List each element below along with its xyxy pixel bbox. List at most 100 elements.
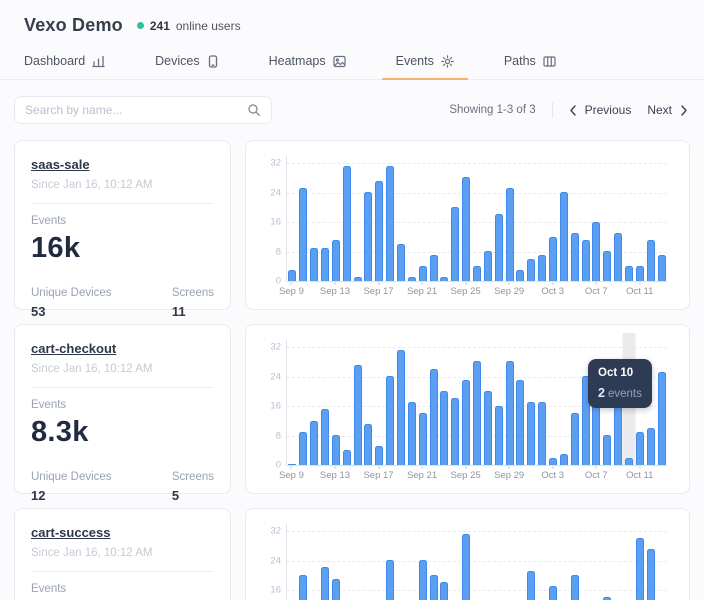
bar[interactable]	[440, 582, 449, 600]
bar-slot[interactable]	[428, 524, 439, 600]
bar-slot[interactable]	[287, 340, 298, 465]
bar-slot[interactable]	[645, 524, 656, 600]
bar-slot[interactable]	[298, 156, 309, 281]
bar-slot[interactable]	[461, 156, 472, 281]
bar[interactable]	[407, 277, 416, 281]
tab-heatmaps[interactable]: Heatmaps	[255, 45, 360, 79]
bar-slot[interactable]	[591, 156, 602, 281]
previous-button[interactable]: Previous	[569, 103, 631, 117]
bar[interactable]	[462, 177, 471, 281]
event-name-link[interactable]: saas-sale	[31, 157, 90, 172]
bar[interactable]	[570, 413, 579, 465]
event-name-link[interactable]: cart-success	[31, 525, 111, 540]
bar[interactable]	[635, 266, 644, 281]
bar[interactable]	[570, 575, 579, 600]
bar-slot[interactable]	[602, 156, 613, 281]
bar-slot[interactable]	[624, 156, 635, 281]
bar-slot[interactable]	[645, 156, 656, 281]
bar-slot[interactable]	[396, 524, 407, 600]
bar-slot[interactable]	[428, 340, 439, 465]
bar-slot[interactable]	[320, 524, 331, 600]
bar[interactable]	[570, 233, 579, 281]
bar[interactable]	[364, 192, 373, 281]
bar-slot[interactable]	[309, 340, 320, 465]
bar[interactable]	[527, 402, 536, 465]
bar-slot[interactable]	[439, 524, 450, 600]
bar-slot[interactable]	[537, 340, 548, 465]
bar-slot[interactable]	[537, 524, 548, 600]
bar-slot[interactable]	[287, 156, 298, 281]
bar-slot[interactable]	[341, 524, 352, 600]
bar-slot[interactable]	[374, 156, 385, 281]
tab-devices[interactable]: Devices	[141, 45, 232, 79]
bar[interactable]	[603, 435, 612, 465]
bar-slot[interactable]	[352, 524, 363, 600]
bar[interactable]	[516, 380, 525, 465]
bar[interactable]	[288, 464, 297, 465]
bar-slot[interactable]	[396, 340, 407, 465]
bar[interactable]	[321, 567, 329, 600]
bar[interactable]	[407, 402, 416, 465]
bar-slot[interactable]	[526, 340, 537, 465]
bar[interactable]	[603, 251, 612, 281]
bar-slot[interactable]	[352, 340, 363, 465]
bar[interactable]	[386, 376, 395, 465]
bar-slot[interactable]	[526, 524, 537, 600]
bar[interactable]	[516, 270, 525, 281]
bar-slot[interactable]	[363, 156, 374, 281]
bar-slot[interactable]	[635, 524, 646, 600]
bar-slot[interactable]	[298, 340, 309, 465]
bar-slot[interactable]	[406, 340, 417, 465]
bar-slot[interactable]	[515, 340, 526, 465]
bar[interactable]	[288, 270, 297, 281]
bar[interactable]	[505, 188, 514, 281]
bar[interactable]	[331, 240, 340, 281]
bar[interactable]	[342, 166, 351, 281]
next-button[interactable]: Next	[647, 103, 688, 117]
bar[interactable]	[549, 458, 558, 465]
bar[interactable]	[581, 240, 590, 281]
bar-slot[interactable]	[515, 524, 526, 600]
bar-slot[interactable]	[406, 156, 417, 281]
bar[interactable]	[538, 255, 547, 281]
bar-slot[interactable]	[613, 156, 624, 281]
bar-slot[interactable]	[363, 524, 374, 600]
bar[interactable]	[483, 251, 492, 281]
bar[interactable]	[549, 237, 558, 281]
bar-slot[interactable]	[385, 156, 396, 281]
bar-slot[interactable]	[558, 524, 569, 600]
bar-slot[interactable]	[385, 340, 396, 465]
bar[interactable]	[418, 560, 427, 600]
bar-slot[interactable]	[635, 156, 646, 281]
bar[interactable]	[429, 255, 438, 281]
bar[interactable]	[397, 244, 406, 281]
bar-slot[interactable]	[374, 524, 385, 600]
bar[interactable]	[592, 222, 601, 281]
bar-slot[interactable]	[461, 340, 472, 465]
bar[interactable]	[353, 365, 362, 465]
search-input[interactable]	[25, 103, 247, 117]
tab-events[interactable]: Events	[381, 45, 469, 80]
bar[interactable]	[386, 166, 395, 281]
bar-slot[interactable]	[602, 524, 613, 600]
bar-slot[interactable]	[613, 524, 624, 600]
bar[interactable]	[505, 361, 514, 465]
bar-slot[interactable]	[548, 156, 559, 281]
bar-slot[interactable]	[624, 524, 635, 600]
bar[interactable]	[310, 421, 319, 465]
bar-slot[interactable]	[580, 156, 591, 281]
bar[interactable]	[299, 432, 308, 465]
bar[interactable]	[418, 266, 427, 281]
bar-slot[interactable]	[569, 156, 580, 281]
event-name-link[interactable]: cart-checkout	[31, 341, 116, 356]
bar-slot[interactable]	[580, 524, 591, 600]
bar[interactable]	[331, 435, 340, 465]
bar-slot[interactable]	[656, 524, 667, 600]
bar-slot[interactable]	[591, 524, 602, 600]
bar-slot[interactable]	[482, 156, 493, 281]
bar-slot[interactable]	[472, 524, 483, 600]
bar[interactable]	[559, 192, 568, 281]
bar[interactable]	[386, 560, 395, 600]
bar[interactable]	[625, 266, 634, 281]
bar[interactable]	[299, 575, 308, 600]
